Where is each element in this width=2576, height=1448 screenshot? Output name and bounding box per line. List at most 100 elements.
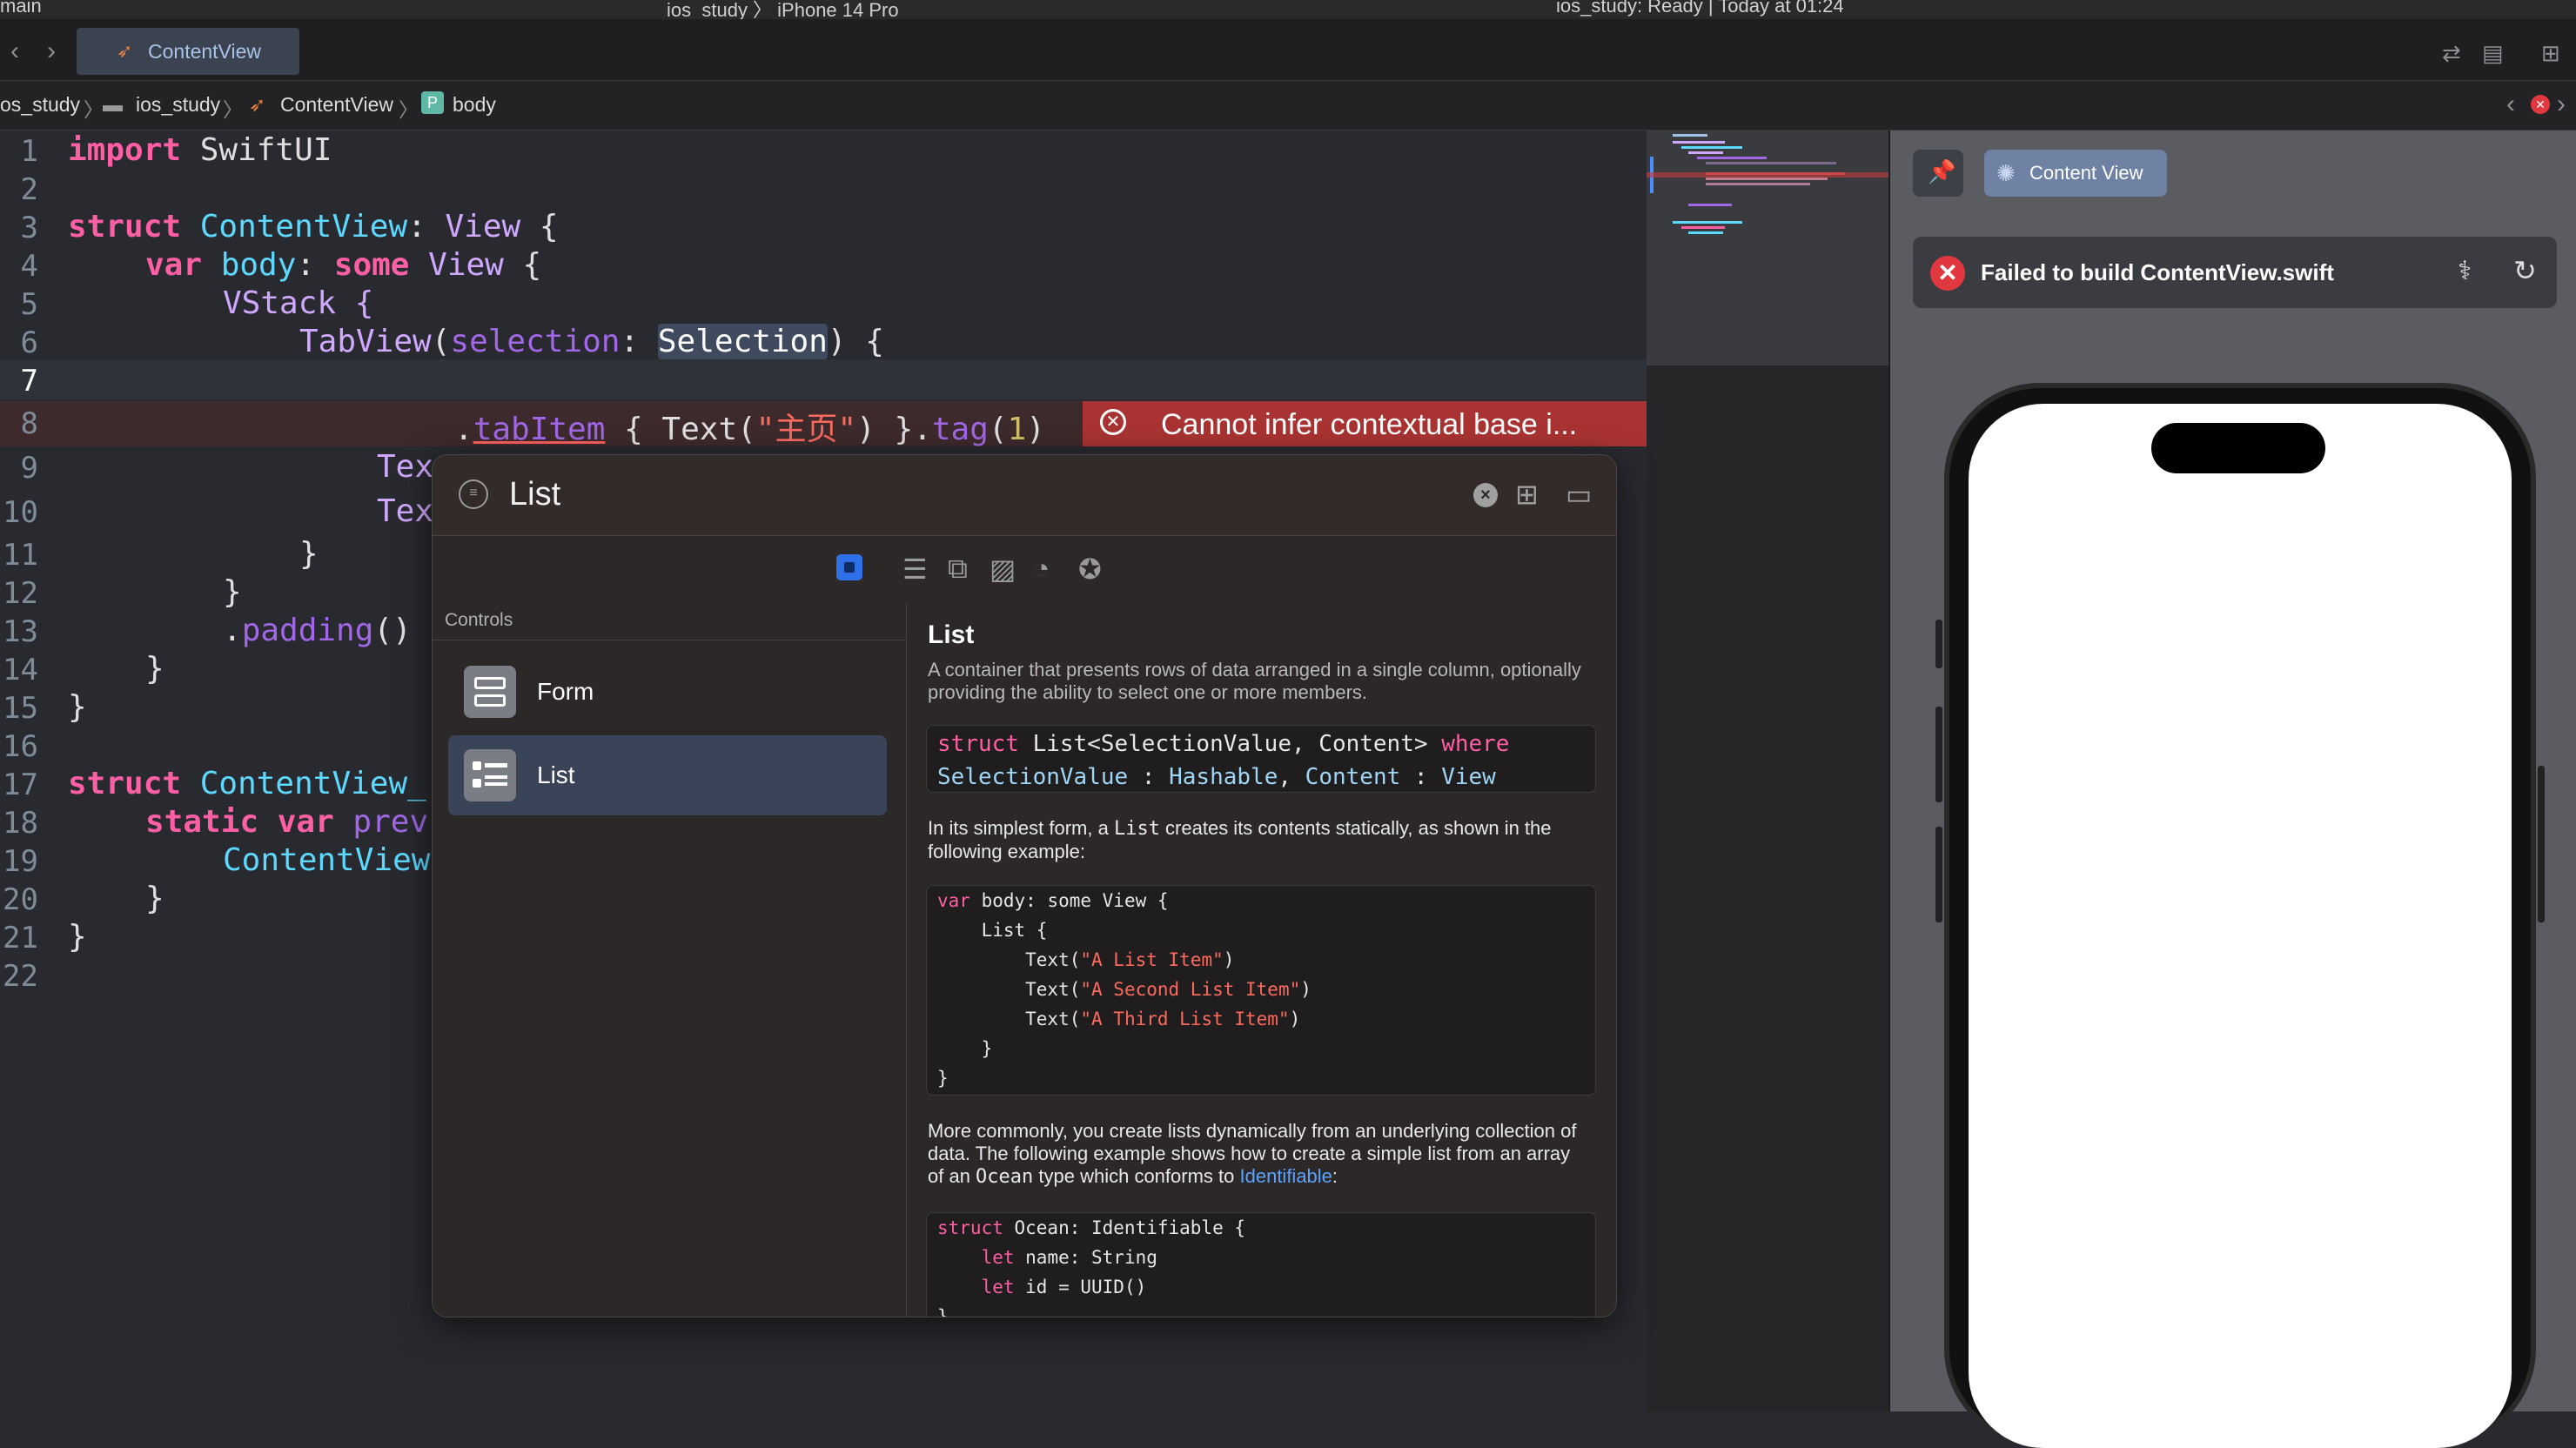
identifiable-link[interactable]: Identifiable xyxy=(1240,1165,1332,1187)
detail-summary: A container that presents rows of data a… xyxy=(928,659,1581,703)
form-icon xyxy=(464,666,516,718)
snippets-tab-icon[interactable]: ⧉ xyxy=(948,553,968,586)
line-number: 19 xyxy=(3,844,38,879)
media-tab-icon[interactable]: ▨ xyxy=(989,553,1016,586)
list-item-form[interactable]: Form xyxy=(448,652,887,732)
window-title-strip: main ios_study 〉 iPhone 14 Pro ios_study… xyxy=(0,0,2576,21)
swift-file-icon: ➶ xyxy=(117,40,133,62)
colors-tab-icon[interactable]: ◔ xyxy=(1033,553,1050,585)
grid-view-icon[interactable]: ⊞ xyxy=(1515,478,1539,511)
diagnostics-icon[interactable]: ⚕ xyxy=(2458,256,2472,286)
code-line-20: } xyxy=(145,881,164,916)
line-number: 8 xyxy=(20,406,38,441)
code-line-6: TabView(selection: Selection) { xyxy=(299,324,884,359)
minimap[interactable] xyxy=(1647,131,1888,365)
detail-title: List xyxy=(928,620,975,649)
code-line-11: } xyxy=(299,536,319,572)
activity-status: ios_study: Ready | Today at 01:24 xyxy=(1556,0,1844,17)
device-side-button xyxy=(1935,707,1942,802)
library-search-input[interactable]: List xyxy=(509,476,560,513)
code-line-13: .padding() xyxy=(223,613,412,648)
breadcrumb-symbol[interactable]: body xyxy=(453,93,496,117)
list-item-label: List xyxy=(537,761,575,788)
property-badge-icon: P xyxy=(421,91,444,114)
views-tab-icon[interactable] xyxy=(836,554,862,580)
refresh-icon[interactable]: ↻ xyxy=(2513,254,2537,287)
line-number: 10 xyxy=(3,495,38,530)
chevron-right-icon: 〉 xyxy=(223,98,243,121)
content-view-preview-button[interactable]: ✺ Content View xyxy=(1984,150,2167,197)
device-side-button xyxy=(2538,766,2545,922)
line-number: 22 xyxy=(3,959,38,994)
line-number: 3 xyxy=(20,211,38,245)
device-side-button xyxy=(1935,827,1942,922)
code-line-15: } xyxy=(68,689,87,725)
line-number: 20 xyxy=(3,882,38,917)
example-code-block-2: struct Ocean: Identifiable { let name: S… xyxy=(926,1212,1596,1317)
split-editor-icon[interactable]: ⊞ xyxy=(2541,40,2560,67)
branch-label: main xyxy=(0,0,42,17)
code-line-14: } xyxy=(145,651,164,687)
code-line-18: static var prev xyxy=(145,804,429,840)
code-line-19: ContentView xyxy=(223,842,431,878)
code-line-5: VStack { xyxy=(223,285,374,321)
forward-arrow-icon[interactable]: › xyxy=(47,37,56,66)
line-number: 21 xyxy=(3,921,38,955)
code-line-10: Tex xyxy=(377,493,434,529)
library-item-list: Controls Form List xyxy=(433,603,907,1317)
error-circle-icon: ✕ xyxy=(1930,256,1965,291)
breadcrumb-project[interactable]: os_study xyxy=(0,93,80,117)
code-line-12: } xyxy=(223,574,242,610)
device-screen[interactable] xyxy=(1969,404,2512,1448)
selection-placeholder[interactable]: Selection xyxy=(657,324,828,359)
tab-bar: ‹ › ➶ ContentView ⇄ ▤ ⊞ xyxy=(0,19,2576,81)
prev-issue-icon[interactable]: ‹ xyxy=(2506,90,2515,119)
minimap-track xyxy=(1647,365,1888,1411)
inline-error-banner[interactable]: ✕ Cannot infer contextual base i... xyxy=(1083,401,1647,446)
content-view-label: Content View xyxy=(2029,162,2143,184)
clear-search-icon[interactable]: × xyxy=(1473,483,1498,507)
line-number: 7 xyxy=(20,364,38,399)
line-number: 13 xyxy=(3,614,38,649)
breadcrumb-file[interactable]: ContentView xyxy=(280,93,393,117)
library-detail-pane: List A container that presents rows of d… xyxy=(907,603,1616,1317)
spinner-icon: ✺ xyxy=(1996,160,2016,186)
library-popover: ≡ List × ⊞ ▭ ☰ ⧉ ▨ ◔ ✪ Controls Form Lis… xyxy=(432,454,1617,1317)
line-number: 16 xyxy=(3,729,38,764)
editor-options-icon[interactable]: ▤ xyxy=(2482,40,2504,67)
dynamic-island xyxy=(2151,423,2325,473)
symbols-tab-icon[interactable]: ✪ xyxy=(1078,553,1102,586)
example-code-block-1: var body: some View { List { Text("A Lis… xyxy=(926,885,1596,1096)
next-issue-icon[interactable]: › xyxy=(2557,90,2566,119)
back-arrow-icon[interactable]: ‹ xyxy=(10,37,19,66)
issue-error-icon[interactable]: ✕ xyxy=(2531,95,2550,114)
swift-file-icon: ➶ xyxy=(249,93,266,116)
line-number: 5 xyxy=(20,287,38,322)
tab-label: ContentView xyxy=(148,40,261,63)
modifiers-tab-icon[interactable]: ☰ xyxy=(902,553,928,586)
breadcrumb-group[interactable]: ios_study xyxy=(136,93,220,117)
line-number: 12 xyxy=(3,576,38,611)
line-number: 2 xyxy=(20,172,38,207)
detail-view-icon[interactable]: ▭ xyxy=(1566,478,1592,511)
declaration-block: struct List<SelectionValue, Content> whe… xyxy=(926,725,1596,793)
breadcrumb: os_study 〉 ▬ ios_study 〉 ➶ ContentView 〉… xyxy=(0,81,2576,131)
filter-icon[interactable]: ≡ xyxy=(459,479,488,509)
device-side-button xyxy=(1935,620,1942,668)
line-number: 9 xyxy=(20,451,38,486)
code-line-1: import SwiftUI xyxy=(68,132,332,168)
pin-preview-button[interactable]: 📌 xyxy=(1913,150,1963,197)
related-items-icon[interactable]: ⇄ xyxy=(2442,40,2461,67)
list-item-list[interactable]: List xyxy=(448,735,887,815)
chevron-right-icon: 〉 xyxy=(399,98,419,121)
code-line-4: var body: some View { xyxy=(145,247,542,283)
line-number: 18 xyxy=(3,806,38,841)
code-line-17: struct ContentView_ xyxy=(68,766,426,801)
folder-icon: ▬ xyxy=(103,93,123,116)
tab-contentview[interactable]: ➶ ContentView xyxy=(77,28,299,75)
detail-paragraph-1: In its simplest form, a List creates its… xyxy=(928,817,1552,862)
library-search-bar: ≡ List × ⊞ ▭ xyxy=(433,455,1616,536)
section-header: Controls xyxy=(445,610,513,630)
library-category-tabs: ☰ ⧉ ▨ ◔ ✪ xyxy=(433,535,1616,604)
line-number: 14 xyxy=(3,653,38,687)
